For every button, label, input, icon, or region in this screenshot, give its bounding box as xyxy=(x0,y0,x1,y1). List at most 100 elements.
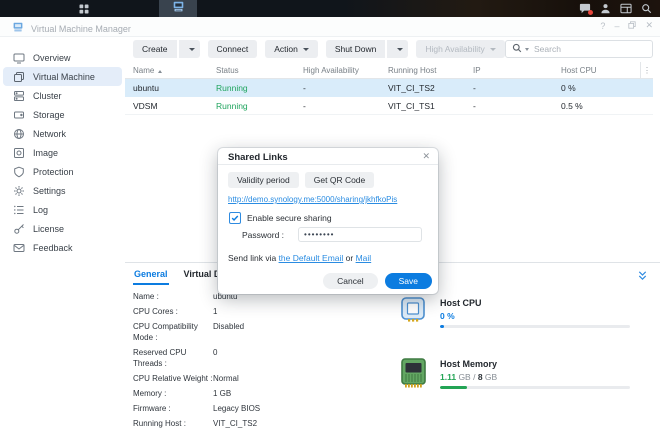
sidebar-item-virtual-machine[interactable]: Virtual Machine xyxy=(3,67,122,86)
column-header-status[interactable]: Status xyxy=(208,66,295,75)
vm-table: Name Status High Availability Running Ho… xyxy=(125,62,653,115)
detail-label: CPU Relative Weight : xyxy=(133,373,213,384)
column-header-name[interactable]: Name xyxy=(125,66,208,75)
memory-total-unit: GB xyxy=(483,372,498,382)
cell-running-host: VIT_CI_TS2 xyxy=(380,83,465,93)
desktop-search-icon[interactable] xyxy=(641,3,652,14)
desktop-topbar xyxy=(0,0,660,17)
password-field[interactable] xyxy=(298,227,422,242)
table-header: Name Status High Availability Running Ho… xyxy=(125,62,653,79)
window-titlebar: Virtual Machine Manager ? – ✕ xyxy=(0,17,660,37)
collapse-panel-icon[interactable] xyxy=(637,268,648,286)
sidebar-item-log[interactable]: Log xyxy=(3,200,122,219)
high-availability-label: High Availability xyxy=(425,44,484,54)
checkbox-label: Enable secure sharing xyxy=(247,213,332,223)
sidebar-item-protection[interactable]: Protection xyxy=(3,162,122,181)
maximize-icon[interactable] xyxy=(628,21,636,31)
vm-toolbar: Create Connect Action Shut Down High Ava… xyxy=(133,40,505,58)
checkbox-checked-icon xyxy=(229,212,241,224)
sidebar-item-feedback[interactable]: Feedback xyxy=(3,238,122,257)
shutdown-dropdown-button[interactable] xyxy=(386,40,408,58)
get-qr-code-button[interactable]: Get QR Code xyxy=(305,172,375,188)
cell-high-availability: - xyxy=(295,101,380,111)
sidebar-item-cluster[interactable]: Cluster xyxy=(3,86,122,105)
table-row-ubuntu[interactable]: ubuntu Running - VIT_CI_TS2 - 0 % xyxy=(125,79,653,97)
host-cpu-bar xyxy=(440,325,630,328)
detail-value: 0 xyxy=(213,347,395,369)
column-settings-icon[interactable]: ⋮ xyxy=(640,62,653,78)
save-button[interactable]: Save xyxy=(385,273,432,289)
mail-link[interactable]: Mail xyxy=(356,253,372,263)
enable-secure-sharing-checkbox[interactable]: Enable secure sharing xyxy=(229,212,332,224)
search-box xyxy=(505,40,653,58)
search-filter-caret-icon[interactable] xyxy=(525,48,529,51)
sidebar-item-label: Virtual Machine xyxy=(33,72,95,82)
notification-badge xyxy=(588,10,593,15)
column-header-running-host[interactable]: Running Host xyxy=(380,66,465,75)
column-name-label: Name xyxy=(133,66,154,75)
user-options-icon[interactable] xyxy=(600,3,611,14)
column-header-host-cpu[interactable]: Host CPU xyxy=(553,66,653,75)
detail-row: Running Host :VIT_CI_TS2 xyxy=(133,418,395,429)
active-app-tab[interactable] xyxy=(159,0,197,17)
sharing-link[interactable]: http://demo.synology.me:5000/sharing/jkh… xyxy=(228,195,397,204)
sidebar: Overview Virtual Machine Cluster Storage… xyxy=(0,37,125,412)
send-prefix: Send link via xyxy=(228,253,279,263)
detail-label: Running Host : xyxy=(133,418,213,429)
host-cpu-bar-fill xyxy=(440,325,444,328)
chevron-down-icon xyxy=(189,48,195,51)
dialog-header: Shared Links ✕ xyxy=(218,148,438,165)
memory-used: 1.11 xyxy=(440,372,456,382)
search-input[interactable] xyxy=(532,43,646,55)
sidebar-item-label: Image xyxy=(33,148,58,158)
table-row-vdsm[interactable]: VDSM Running - VIT_CI_TS1 - 0.5 % xyxy=(125,97,653,115)
sidebar-item-storage[interactable]: Storage xyxy=(3,105,122,124)
vmm-app-icon xyxy=(172,0,185,18)
password-label: Password : xyxy=(242,230,284,240)
detail-label: CPU Cores : xyxy=(133,306,213,317)
main-menu-icon[interactable] xyxy=(78,3,90,15)
send-middle: or xyxy=(343,253,355,263)
sidebar-item-settings[interactable]: Settings xyxy=(3,181,122,200)
detail-value: VIT_CI_TS2 xyxy=(213,418,395,429)
help-icon[interactable]: ? xyxy=(600,21,605,31)
window-title: Virtual Machine Manager xyxy=(31,24,131,34)
connect-button[interactable]: Connect xyxy=(208,40,258,58)
memory-separator: / xyxy=(471,372,478,382)
create-dropdown-button[interactable] xyxy=(178,40,200,58)
host-cpu-monitor: Host CPU 0 % xyxy=(400,296,630,328)
host-cpu-value: 0 % xyxy=(440,311,455,321)
sidebar-item-license[interactable]: License xyxy=(3,219,122,238)
sort-ascending-icon xyxy=(158,70,162,73)
dialog-close-icon[interactable]: ✕ xyxy=(422,151,430,162)
cell-name: ubuntu xyxy=(125,83,208,93)
column-header-ip[interactable]: IP xyxy=(465,66,553,75)
notifications-icon[interactable] xyxy=(579,3,591,14)
close-icon[interactable]: ✕ xyxy=(645,20,653,31)
column-header-high-availability[interactable]: High Availability xyxy=(295,66,380,75)
detail-row: Reserved CPU Threads :0 xyxy=(133,347,395,369)
detail-label: Memory : xyxy=(133,388,213,399)
widgets-icon[interactable] xyxy=(620,3,632,14)
sidebar-item-overview[interactable]: Overview xyxy=(3,48,122,67)
high-availability-button[interactable]: High Availability xyxy=(416,40,504,58)
action-button[interactable]: Action xyxy=(265,40,318,58)
cancel-button[interactable]: Cancel xyxy=(323,273,377,289)
sidebar-item-label: Overview xyxy=(33,53,71,63)
default-email-link[interactable]: the Default Email xyxy=(279,253,344,263)
validity-period-button[interactable]: Validity period xyxy=(228,172,299,188)
minimize-icon[interactable]: – xyxy=(614,21,619,31)
chevron-down-icon xyxy=(490,48,496,51)
cell-status: Running xyxy=(208,101,295,111)
detail-label: Reserved CPU Threads : xyxy=(133,347,213,369)
sidebar-item-network[interactable]: Network xyxy=(3,124,122,143)
sidebar-item-label: Protection xyxy=(33,167,74,177)
cell-host-cpu: 0.5 % xyxy=(553,101,653,111)
shutdown-button[interactable]: Shut Down xyxy=(326,40,386,58)
host-memory-title: Host Memory xyxy=(440,359,630,369)
sidebar-item-image[interactable]: Image xyxy=(3,143,122,162)
send-link-text: Send link via the Default Email or Mail xyxy=(228,253,371,263)
search-icon xyxy=(512,40,522,58)
tab-general[interactable]: General xyxy=(133,263,169,285)
create-button[interactable]: Create xyxy=(133,40,177,58)
